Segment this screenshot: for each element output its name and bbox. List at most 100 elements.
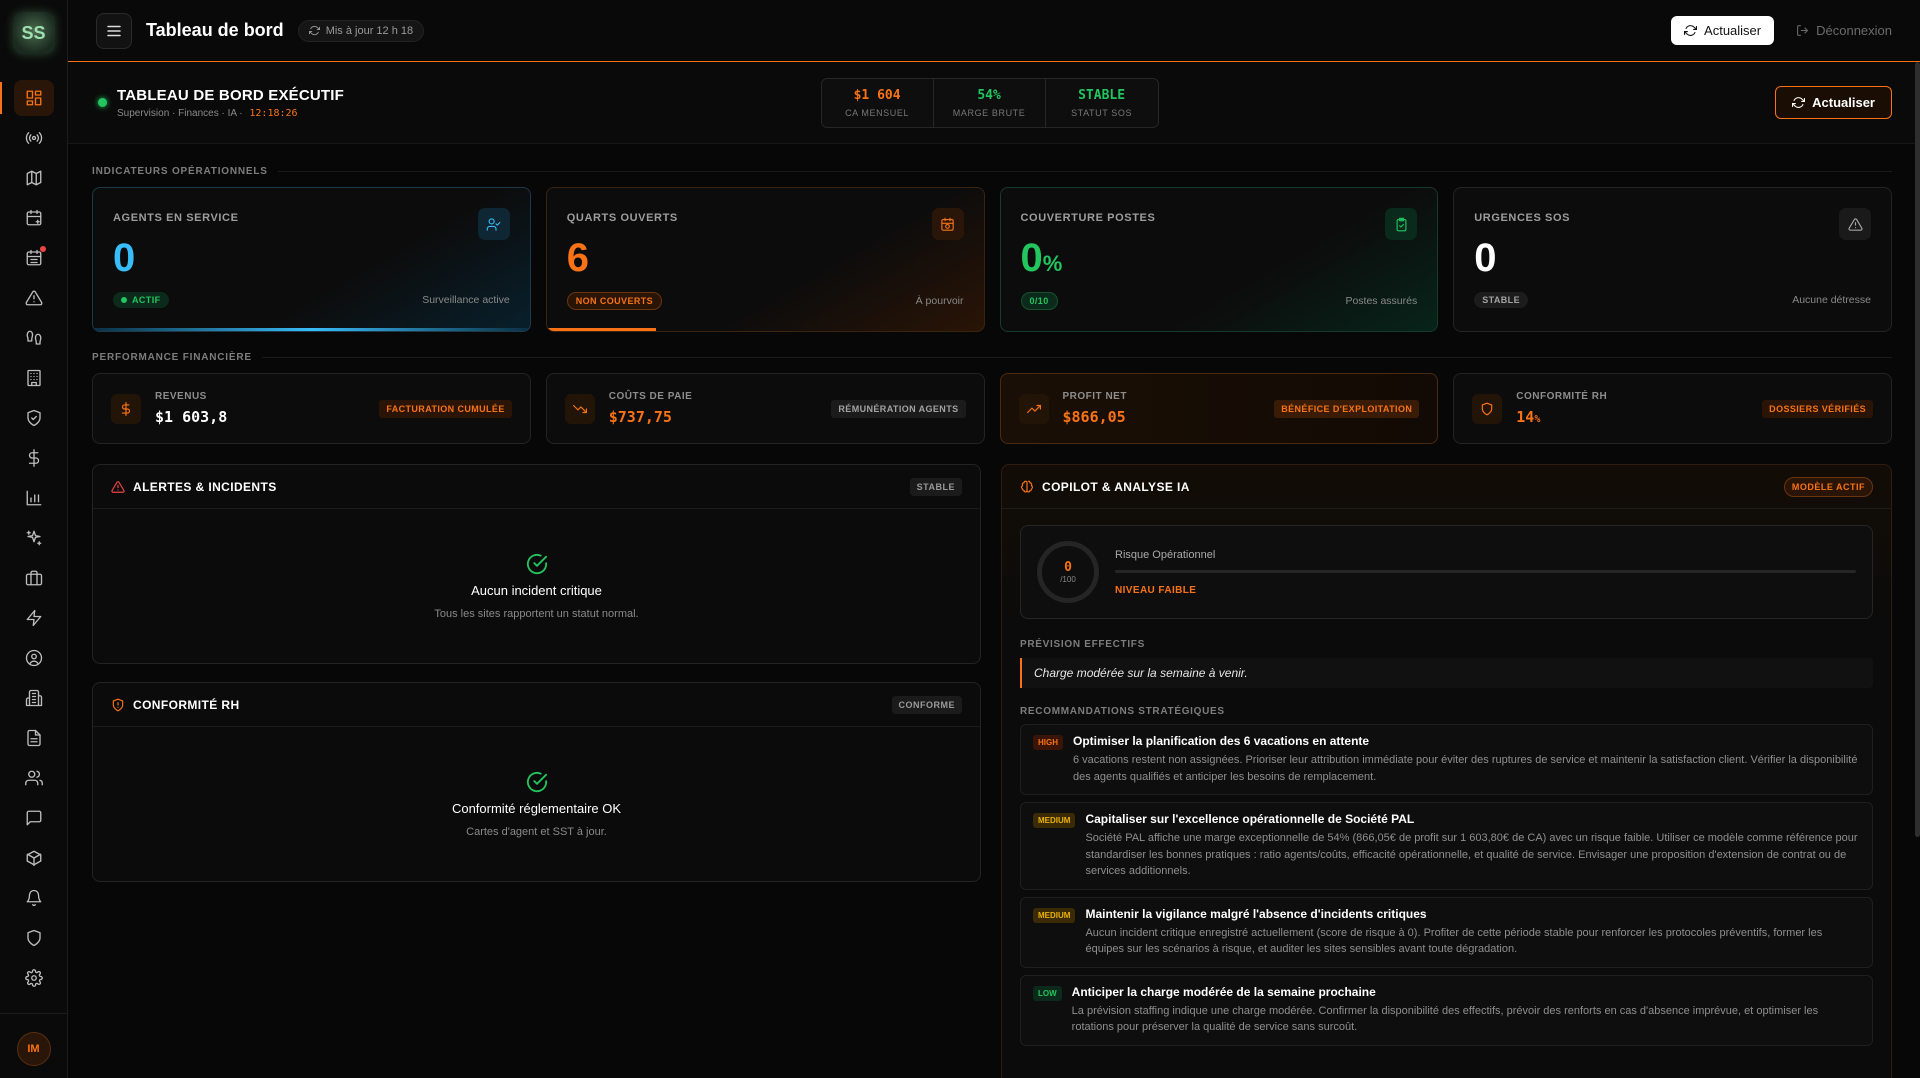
recommendation-item[interactable]: HIGH Optimiser la planification des 6 va… bbox=[1020, 724, 1873, 795]
status-badge-text: ACTIF bbox=[132, 295, 161, 305]
fin-label: COÛTS DE PAIE bbox=[608, 391, 693, 402]
exec-refresh-button[interactable]: Actualiser bbox=[1775, 86, 1892, 119]
sidebar-item-settings[interactable] bbox=[0, 958, 68, 998]
exec-clock: 12:18:26 bbox=[249, 107, 298, 119]
sidebar-item-live[interactable] bbox=[0, 118, 68, 158]
kpi-label: MARGE BRUTE bbox=[952, 107, 1026, 118]
user-check-icon bbox=[477, 208, 510, 240]
sidebar-item-buildings[interactable] bbox=[0, 358, 68, 398]
menu-icon bbox=[107, 25, 121, 36]
card-accent-line bbox=[93, 328, 530, 331]
page-title: Tableau de bord bbox=[146, 20, 284, 40]
card-post-coverage[interactable]: COUVERTURE POSTES 0% 0/10 Postes assurés bbox=[999, 187, 1439, 332]
sidebar-item-protection[interactable] bbox=[0, 918, 68, 958]
sidebar-item-sites[interactable] bbox=[0, 678, 68, 718]
kpi-sos-status: STABLE STATUT SOS bbox=[1046, 79, 1158, 127]
sidebar-item-packages[interactable] bbox=[0, 838, 68, 878]
sidebar-item-activity[interactable] bbox=[0, 598, 68, 638]
sidebar-item-reports[interactable] bbox=[0, 478, 68, 518]
fin-label: REVENUS bbox=[155, 391, 207, 402]
risk-gauge: 0 /100 bbox=[1037, 541, 1099, 603]
shield-icon bbox=[1472, 393, 1503, 424]
alerts-panel: ALERTES & INCIDENTS STABLE Aucun inciden… bbox=[92, 464, 981, 664]
card-open-shifts[interactable]: QUARTS OUVERTS 6 NON COUVERTS À pourvoir bbox=[545, 187, 985, 332]
recommendation-item[interactable]: MEDIUM Capitaliser sur l'excellence opér… bbox=[1020, 802, 1873, 890]
scrollbar[interactable] bbox=[1915, 62, 1920, 837]
sidebar-item-notifications[interactable] bbox=[0, 878, 68, 918]
exec-refresh-label: Actualiser bbox=[1812, 95, 1875, 110]
recommendation-item[interactable]: MEDIUM Maintenir la vigilance malgré l'a… bbox=[1020, 896, 1873, 968]
kpi-label: CA MENSUEL bbox=[845, 107, 910, 118]
fin-card-net-profit[interactable]: PROFIT NET $866,05 BÉNÉFICE D'EXPLOITATIO… bbox=[999, 373, 1439, 444]
sidebar-item-calendar-plus[interactable] bbox=[0, 198, 68, 238]
sidebar-item-documents[interactable] bbox=[0, 718, 68, 758]
status-badge: NON COUVERTS bbox=[566, 292, 663, 310]
menu-toggle-button[interactable] bbox=[96, 12, 132, 49]
sidebar-item-profile[interactable] bbox=[0, 638, 68, 678]
shield-icon bbox=[26, 929, 41, 947]
forecast-label: PRÉVISION EFFECTIFS bbox=[1020, 639, 1145, 650]
fin-card-hr-compliance[interactable]: CONFORMITÉ RH 14% DOSSIERS VÉRIFIÉS bbox=[1453, 373, 1892, 444]
avatar[interactable]: IM bbox=[16, 1032, 51, 1066]
sparkles-icon bbox=[26, 530, 41, 546]
financial-cards: REVENUS $1 603,8 FACTURATION CUMULÉE COÛT… bbox=[92, 373, 1892, 444]
recommendation-item[interactable]: LOW Anticiper la charge modérée de la se… bbox=[1020, 974, 1873, 1046]
sidebar-item-map[interactable] bbox=[0, 158, 68, 198]
recommendation-text: Aucun incident critique enregistré actue… bbox=[1085, 926, 1823, 956]
refresh-icon bbox=[1684, 25, 1698, 36]
dollar-icon bbox=[28, 449, 39, 467]
sidebar: SS IM bbox=[0, 0, 68, 1078]
sidebar-item-team[interactable] bbox=[0, 758, 68, 798]
empty-state: Aucun incident critique Tous les sites r… bbox=[93, 509, 980, 663]
card-value: 0 bbox=[113, 236, 136, 280]
card-agents-on-duty[interactable]: AGENTS EN SERVICE 0 ACTIF Surveillance a… bbox=[92, 187, 531, 332]
warning-icon bbox=[24, 290, 43, 306]
card-sos-emergencies[interactable]: URGENCES SOS 0 STABLE Aucune détresse bbox=[1453, 187, 1892, 332]
map-icon bbox=[26, 170, 41, 186]
fin-badge: FACTURATION CUMULÉE bbox=[379, 399, 512, 418]
fin-value: $866,05 bbox=[1062, 408, 1126, 426]
warning-icon bbox=[1839, 208, 1871, 240]
office-icon bbox=[25, 689, 42, 707]
trend-down-icon bbox=[564, 393, 595, 424]
recommendation-title: Maintenir la vigilance malgré l'absence … bbox=[1085, 906, 1427, 921]
recommendation-text: 6 vacations restent non assignées. Prior… bbox=[1073, 754, 1858, 783]
panel-header: ALERTES & INCIDENTS STABLE bbox=[93, 465, 980, 509]
risk-label: Risque Opérationnel bbox=[1115, 548, 1216, 561]
panel-header: COPILOT & ANALYSE IA MODÈLE ACTIF bbox=[1002, 465, 1891, 509]
logout-icon bbox=[1797, 25, 1809, 36]
fin-badge: RÉMUNÉRATION AGENTS bbox=[831, 399, 966, 418]
refresh-button[interactable]: Actualiser bbox=[1671, 16, 1775, 45]
logout-link[interactable]: Déconnexion bbox=[1796, 23, 1892, 38]
priority-badge: LOW bbox=[1033, 985, 1062, 1001]
sidebar-item-jobs[interactable] bbox=[0, 558, 68, 598]
fin-badge: DOSSIERS VÉRIFIÉS bbox=[1762, 399, 1873, 418]
sidebar-item-dashboard[interactable] bbox=[0, 78, 68, 118]
sidebar-item-patrol[interactable] bbox=[0, 318, 68, 358]
sidebar-nav bbox=[0, 78, 67, 998]
sidebar-item-alerts[interactable] bbox=[0, 278, 68, 318]
sidebar-item-ai[interactable] bbox=[0, 518, 68, 558]
card-note: Surveillance active bbox=[422, 294, 510, 306]
fin-value-unit: % bbox=[1534, 414, 1541, 425]
fin-card-payroll[interactable]: COÛTS DE PAIE $737,75 RÉMUNÉRATION AGENTS bbox=[545, 373, 985, 444]
priority-badge: MEDIUM bbox=[1033, 813, 1076, 828]
priority-badge: MEDIUM bbox=[1033, 907, 1076, 923]
status-badge: 0/10 bbox=[1020, 292, 1058, 310]
kpi-label: STATUT SOS bbox=[1071, 107, 1133, 118]
fin-card-revenue[interactable]: REVENUS $1 603,8 FACTURATION CUMULÉE bbox=[92, 373, 531, 444]
app-logo[interactable]: SS bbox=[12, 12, 55, 54]
sidebar-item-messages[interactable] bbox=[0, 798, 68, 838]
sidebar-item-finance[interactable] bbox=[0, 438, 68, 478]
bar-chart-icon bbox=[26, 490, 41, 506]
recommendation-title: Optimiser la planification des 6 vacatio… bbox=[1073, 734, 1370, 748]
sidebar-item-schedule[interactable] bbox=[0, 238, 68, 278]
shield-check-icon bbox=[26, 409, 41, 427]
sidebar-item-security[interactable] bbox=[0, 398, 68, 438]
card-label: COUVERTURE POSTES bbox=[1020, 212, 1156, 224]
kpi-gross-margin: 54% MARGE BRUTE bbox=[934, 78, 1046, 127]
card-accent-line bbox=[546, 328, 656, 331]
exec-header: TABLEAU DE BORD EXÉCUTIF Supervision · F… bbox=[68, 62, 1920, 144]
card-value-number: 0 bbox=[1020, 236, 1043, 280]
box-icon bbox=[26, 850, 41, 867]
